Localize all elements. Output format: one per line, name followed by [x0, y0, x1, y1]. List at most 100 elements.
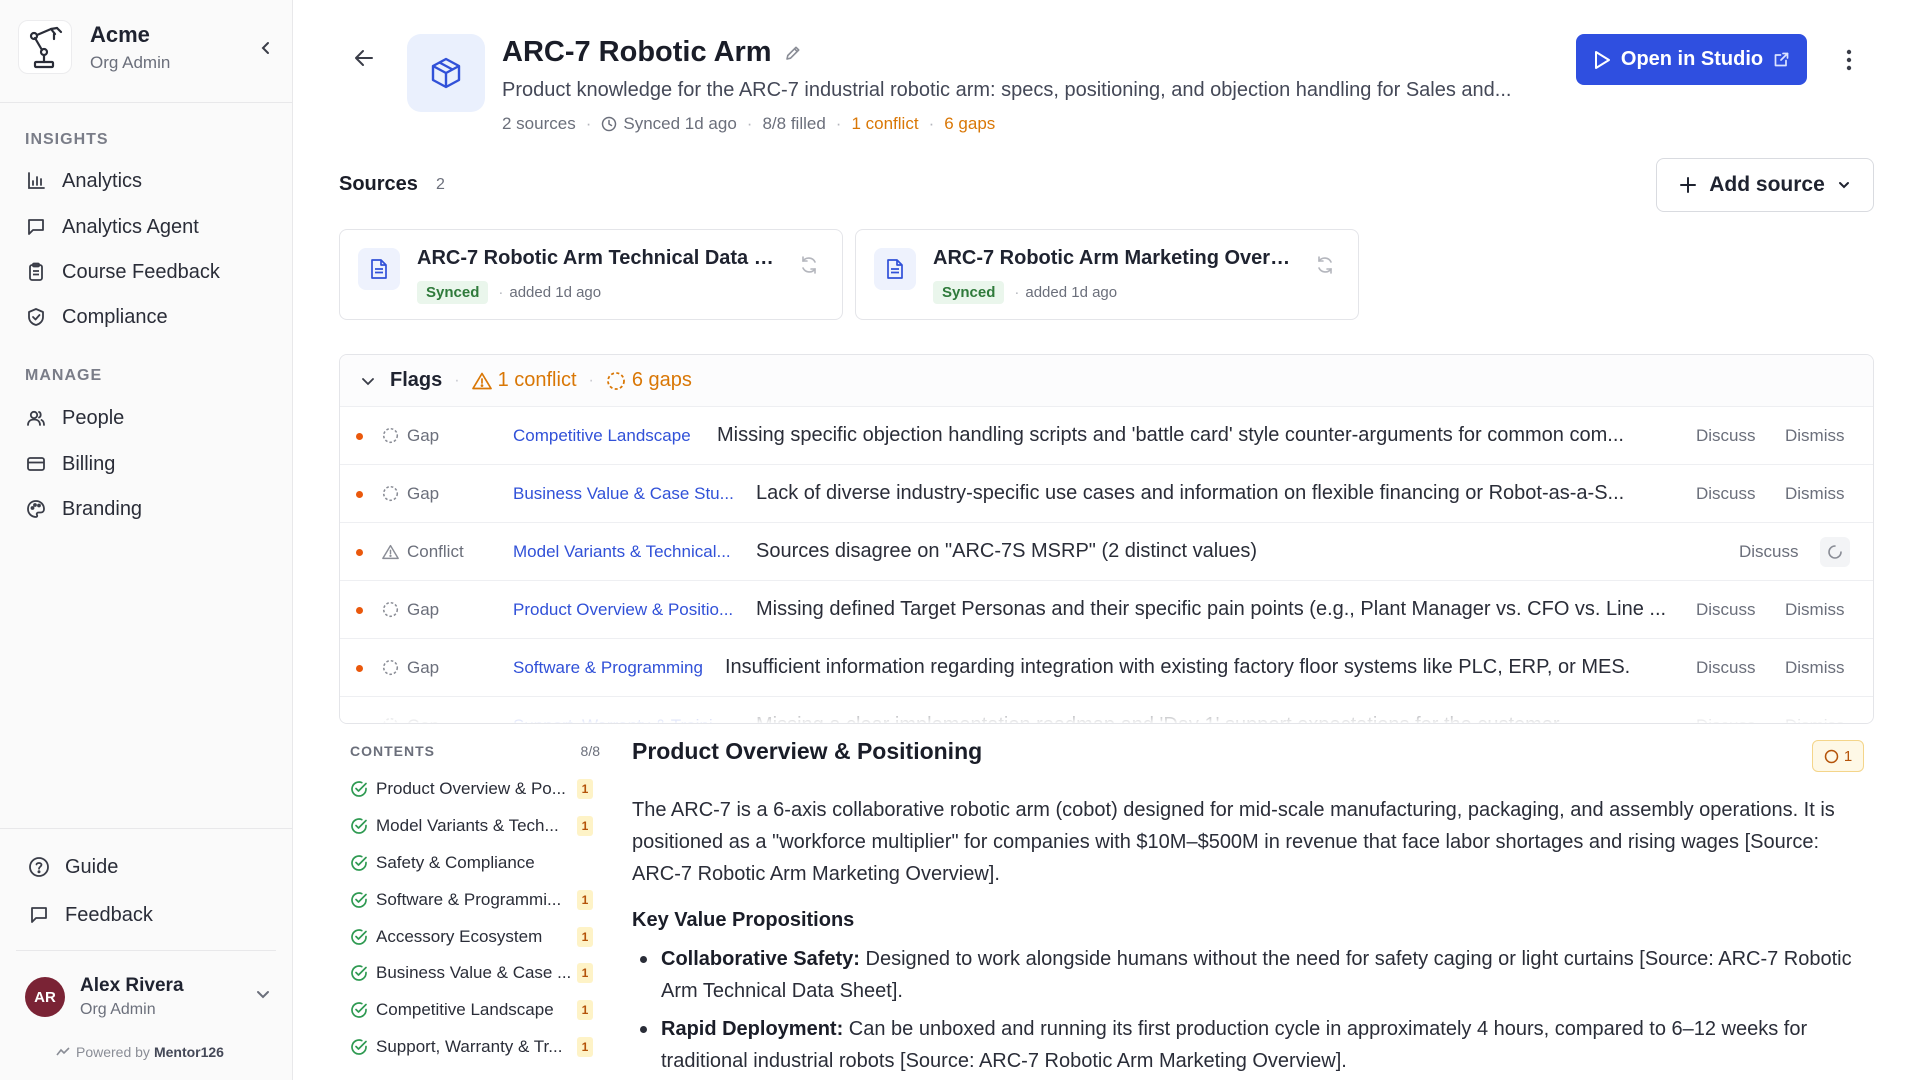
pencil-icon[interactable] — [784, 44, 802, 62]
sidebar-item-label: Compliance — [62, 305, 168, 328]
sidebar-divider — [0, 828, 293, 829]
dismiss-button[interactable]: Dismiss — [1785, 426, 1845, 446]
flag-row: Gap Software & Programming Insufficient … — [340, 639, 1873, 697]
contents-item[interactable]: Safety & Compliance — [350, 850, 600, 876]
dashed-circle-icon — [382, 659, 399, 676]
flag-type-label: Gap — [407, 657, 440, 677]
sidebar-divider — [16, 950, 276, 951]
chat-icon — [25, 216, 47, 238]
flag-type-label: Gap — [407, 483, 440, 503]
add-source-button[interactable]: Add source — [1656, 158, 1874, 212]
contents-item-label: Safety & Compliance — [376, 853, 535, 872]
dismiss-button[interactable]: Dismiss — [1785, 658, 1845, 678]
flag-row: Gap Competitive Landscape Missing specif… — [340, 407, 1873, 465]
dismiss-button[interactable]: Dismiss — [1785, 600, 1845, 620]
clock-icon — [601, 116, 617, 132]
discuss-button[interactable]: Discuss — [1696, 426, 1756, 446]
source-added: added 1d ago — [509, 284, 602, 301]
contents-item[interactable]: Business Value & Case ... 1 — [350, 960, 600, 986]
back-button[interactable] — [350, 44, 378, 72]
user-menu[interactable]: AR Alex Rivera Org Admin — [25, 970, 275, 1024]
shield-check-icon — [25, 306, 47, 328]
chevron-down-icon — [362, 377, 374, 385]
contents-item-label: Support, Warranty & Tr... — [376, 1037, 563, 1056]
check-circle-icon — [350, 817, 368, 835]
meta-gaps[interactable]: 6 gaps — [944, 114, 995, 134]
list-item: Rapid Deployment: Can be unboxed and run… — [632, 1013, 1862, 1077]
check-circle-icon — [350, 1001, 368, 1019]
sidebar-item-label: Branding — [62, 497, 143, 520]
sidebar-item-branding[interactable]: Branding — [25, 492, 275, 526]
flags-header[interactable]: Flags · 1 conflict · 6 gaps — [340, 355, 1873, 407]
sidebar-item-people[interactable]: People — [25, 401, 275, 435]
org-switcher[interactable]: Acme Org Admin — [18, 20, 280, 74]
play-icon — [1594, 50, 1610, 69]
meta-filled: 8/8 filled — [762, 114, 826, 133]
sidebar-item-analytics[interactable]: Analytics — [25, 164, 275, 198]
sidebar-item-course-feedback[interactable]: Course Feedback — [25, 255, 275, 289]
flag-type-label: Conflict — [407, 541, 464, 561]
flag-section-link[interactable]: Business Value & Case Stu... — [513, 484, 743, 504]
flag-section-link[interactable]: Competitive Landscape — [513, 426, 713, 446]
open-in-studio-label: Open in Studio — [1620, 48, 1764, 70]
open-in-studio-button[interactable]: Open in Studio — [1576, 34, 1807, 85]
dismiss-button[interactable]: Dismiss — [1785, 484, 1845, 504]
flag-count-badge: 1 — [577, 1037, 593, 1057]
flag-type: Conflict — [382, 542, 464, 562]
flag-row: Gap Business Value & Case Stu... Lack of… — [340, 465, 1873, 523]
sidebar-item-analytics-agent[interactable]: Analytics Agent — [25, 210, 275, 244]
sidebar-item-billing[interactable]: Billing — [25, 447, 275, 481]
flags-title: Flags — [390, 369, 443, 391]
contents-item-label: Accessory Ecosystem — [376, 927, 543, 946]
chevron-left-icon[interactable] — [252, 34, 280, 62]
contents-item[interactable]: Software & Programmi... 1 — [350, 887, 600, 913]
check-circle-icon — [350, 964, 368, 982]
flag-row: Conflict Model Variants & Technical... S… — [340, 523, 1873, 581]
powered-by-prefix: Powered by — [76, 1044, 150, 1060]
discuss-button[interactable]: Discuss — [1739, 542, 1799, 562]
manage-label: MANAGE — [25, 367, 103, 384]
meta-conflicts[interactable]: 1 conflict — [851, 114, 918, 134]
contents-item[interactable]: Model Variants & Tech... 1 — [350, 813, 600, 839]
chevron-down-icon — [1838, 182, 1849, 189]
sidebar-divider — [0, 102, 293, 103]
value-props-list: Collaborative Safety: Designed to work a… — [632, 943, 1862, 1077]
add-source-label: Add source — [1709, 173, 1825, 196]
sidebar-item-compliance[interactable]: Compliance — [25, 300, 275, 334]
contents-item[interactable]: Accessory Ecosystem 1 — [350, 924, 600, 950]
source-card[interactable]: ARC-7 Robotic Arm Marketing Overvi... Sy… — [855, 229, 1359, 320]
warning-icon — [471, 372, 492, 389]
discuss-button[interactable]: Discuss — [1696, 484, 1756, 504]
unread-dot — [356, 549, 363, 556]
check-circle-icon — [350, 780, 368, 798]
flag-section-link[interactable]: Model Variants & Technical... — [513, 542, 743, 562]
source-title: ARC-7 Robotic Arm Marketing Overvi... — [933, 247, 1293, 269]
more-options-icon[interactable] — [1835, 44, 1863, 76]
section-flag-badge[interactable]: 1 — [1812, 740, 1864, 772]
discuss-button[interactable]: Discuss — [1696, 658, 1756, 678]
user-name: Alex Rivera — [80, 975, 184, 996]
page-title-text: ARC-7 Robotic Arm — [502, 36, 772, 68]
sidebar-item-guide[interactable]: Guide — [28, 850, 278, 884]
contents-item[interactable]: Competitive Landscape 1 — [350, 997, 600, 1023]
contents-item[interactable]: Support, Warranty & Tr... 1 — [350, 1034, 600, 1060]
status-badge: Synced — [417, 281, 489, 304]
page-subtitle: Product knowledge for the ARC-7 industri… — [502, 79, 1512, 101]
contents-item[interactable]: Product Overview & Po... 1 — [350, 776, 600, 802]
powered-by-brand: Mentor126 — [153, 1044, 224, 1060]
flag-section-link[interactable]: Product Overview & Positio... — [513, 600, 743, 620]
sidebar-item-feedback[interactable]: Feedback — [28, 898, 278, 932]
flag-type: Gap — [382, 426, 439, 446]
source-card[interactable]: ARC-7 Robotic Arm Technical Data S... Sy… — [339, 229, 843, 320]
powered-by: Powered by Mentor126 — [56, 1044, 224, 1060]
sync-icon[interactable] — [798, 254, 820, 281]
contents-count: 8/8 — [580, 743, 600, 759]
flag-type: Gap — [382, 484, 439, 504]
flag-section-link[interactable]: Software & Programming — [513, 658, 713, 678]
flags-gap-count: 6 gaps — [606, 369, 692, 392]
sources-title: Sources — [339, 173, 418, 195]
discuss-button[interactable]: Discuss — [1696, 600, 1756, 620]
avatar: AR — [25, 977, 65, 1017]
sync-icon[interactable] — [1314, 254, 1336, 281]
user-role: Org Admin — [80, 1001, 156, 1018]
